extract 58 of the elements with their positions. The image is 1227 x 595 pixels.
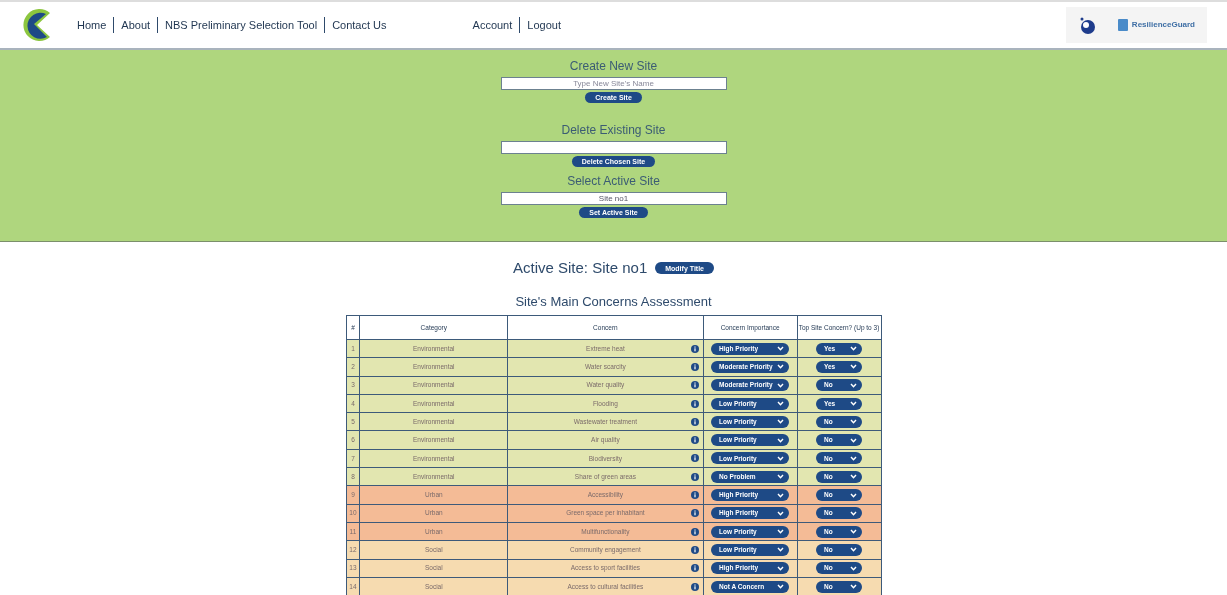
chevron-down-icon	[777, 547, 785, 553]
info-icon[interactable]	[690, 582, 699, 591]
chevron-down-icon	[850, 510, 858, 516]
nav-link[interactable]: Logout	[519, 16, 568, 34]
info-icon[interactable]	[690, 527, 699, 536]
shield-logo-icon	[1117, 19, 1128, 31]
chevron-down-icon	[850, 492, 858, 498]
section-title: Delete Existing Site	[561, 123, 666, 138]
chevron-down-icon	[850, 419, 858, 425]
nav-link[interactable]: NBS Preliminary Selection Tool	[157, 16, 325, 34]
site-name-field[interactable]	[500, 141, 727, 154]
chevron-down-icon	[777, 584, 785, 589]
chevron-down-icon	[777, 419, 785, 425]
info-icon[interactable]	[690, 491, 699, 499]
chevron-down-icon	[777, 565, 785, 571]
chevron-down-icon	[777, 346, 785, 352]
active-site-title: Active Site: Site no1	[513, 258, 648, 278]
chevron-down-icon	[850, 584, 858, 589]
site-name-field[interactable]: Type New Site's Name	[500, 77, 727, 90]
chevron-down-icon	[850, 437, 858, 443]
nav-link[interactable]: Contact Us	[324, 16, 394, 34]
info-icon[interactable]	[690, 399, 699, 408]
info-icon[interactable]	[690, 344, 699, 353]
chevron-down-icon	[850, 455, 858, 461]
info-icon[interactable]	[690, 545, 699, 554]
table-title: Site's Main Concerns Assessment	[514, 292, 713, 311]
info-icon[interactable]	[690, 509, 699, 518]
site-name-field[interactable]: Site no1	[500, 192, 727, 205]
info-icon[interactable]	[690, 436, 699, 445]
section-title: Select Active Site	[567, 174, 660, 189]
info-icon[interactable]	[690, 381, 699, 390]
chevron-down-icon	[850, 401, 858, 407]
info-icon[interactable]	[690, 454, 699, 463]
info-icon[interactable]	[690, 417, 699, 426]
chevron-down-icon	[850, 346, 858, 352]
chevron-down-icon	[777, 474, 785, 480]
nav-link[interactable]: Account	[465, 16, 520, 34]
chevron-down-icon	[850, 547, 858, 553]
info-icon[interactable]	[690, 564, 699, 573]
section-title: Create New Site	[569, 59, 658, 74]
chevron-down-icon	[777, 364, 785, 370]
chevron-down-icon	[777, 529, 785, 535]
chevron-down-icon	[777, 455, 785, 461]
info-icon[interactable]	[690, 362, 699, 371]
partner-logo-text: ResilienceGuard	[1131, 19, 1195, 31]
chevron-down-icon	[777, 401, 785, 407]
chevron-down-icon	[777, 492, 785, 498]
chevron-down-icon	[777, 510, 785, 516]
chevron-down-icon	[850, 474, 858, 480]
chevron-down-icon	[777, 382, 785, 388]
chevron-down-icon	[777, 437, 785, 443]
nav-link[interactable]: Home	[70, 16, 114, 34]
chevron-down-icon	[850, 565, 858, 571]
info-icon[interactable]	[690, 472, 699, 481]
chevron-down-icon	[850, 364, 858, 370]
chevron-down-icon	[850, 529, 858, 535]
nav-link[interactable]: About	[113, 16, 158, 34]
chevron-down-icon	[850, 382, 858, 388]
